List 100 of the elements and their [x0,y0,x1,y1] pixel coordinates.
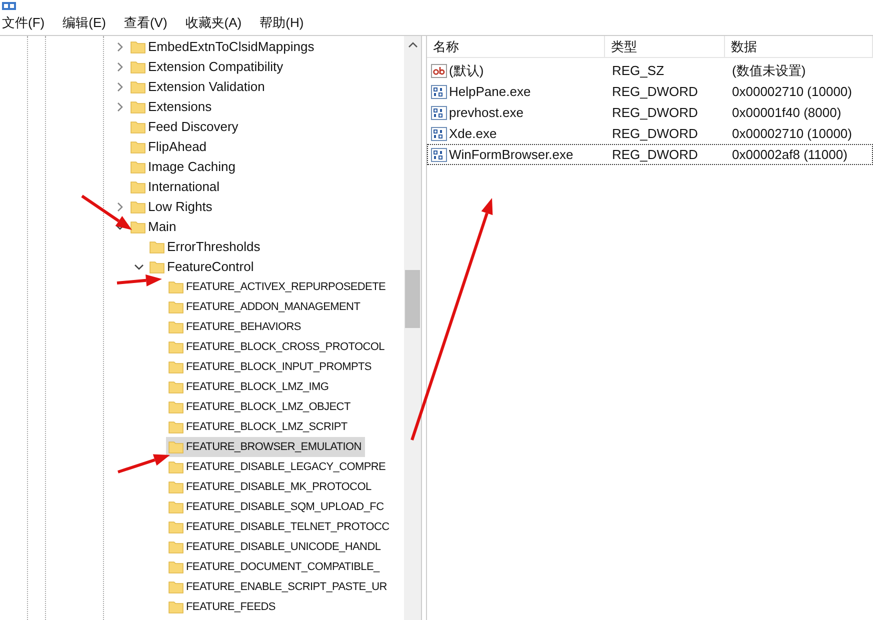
tree-item[interactable]: FEATURE_ENABLE_SCRIPT_PASTE_UR [166,577,391,597]
value-row[interactable]: (默认) REG_SZ (数值未设置) [427,60,873,81]
folder-icon [168,499,184,515]
tree-item[interactable]: Main [128,217,180,237]
tree-item[interactable]: FlipAhead [128,137,211,157]
chevron-right-icon[interactable] [116,102,124,112]
tree-item[interactable]: FEATURE_BLOCK_LMZ_IMG [166,377,333,397]
value-data: 0x00002710 (10000) [731,125,853,143]
tree-item[interactable]: Image Caching [128,157,240,177]
annotation-arrow [118,454,170,474]
value-row[interactable]: WinFormBrowser.exe REG_DWORD 0x00002af8 (11000) [427,144,873,165]
chevron-right-icon[interactable] [116,202,124,212]
chevron-right-icon[interactable] [116,42,124,52]
tree-item[interactable]: FEATURE_BLOCK_CROSS_PROTOCOL [166,337,388,357]
folder-icon [168,399,184,415]
menu-item[interactable]: 编辑(E) [60,12,108,32]
value-data: 0x00001f40 (8000) [731,104,842,122]
folder-icon [130,179,146,195]
value-name: WinFormBrowser.exe [449,146,574,164]
folder-icon [168,359,184,375]
binary-value-icon [431,126,447,142]
column-header[interactable]: 数据 [725,36,873,57]
menu-item[interactable]: 帮助(H) [258,12,306,32]
binary-value-icon [431,84,447,100]
tree-item[interactable]: FEATURE_ACTIVEX_REPURPOSEDETE [166,277,390,297]
value-type: REG_DWORD [611,104,699,122]
menu-item[interactable]: 查看(V) [122,12,170,32]
folder-icon [149,259,165,275]
folder-icon [168,339,184,355]
tree-item[interactable]: FEATURE_DISABLE_LEGACY_COMPRE [166,457,390,477]
value-data: (数值未设置) [731,62,807,80]
tree-item[interactable]: FeatureControl [147,257,258,277]
tree-item[interactable]: FEATURE_BLOCK_LMZ_SCRIPT [166,417,352,437]
binary-value-icon [431,146,447,163]
value-data: 0x00002710 (10000) [731,83,853,101]
folder-icon [168,379,184,395]
tree-item[interactable]: Low Rights [128,197,216,217]
chevron-right-icon[interactable] [116,82,124,92]
value-data: 0x00002af8 (11000) [731,146,848,164]
tree-item[interactable]: FEATURE_ADDON_MANAGEMENT [166,297,364,317]
folder-icon [168,279,184,295]
value-name: (默认) [449,62,484,80]
tree-item[interactable]: Extension Validation [128,77,269,97]
folder-icon [168,439,184,455]
value-type: REG_DWORD [611,125,699,143]
folder-icon [130,159,146,175]
tree-item[interactable]: ErrorThresholds [147,237,264,257]
tree-item[interactable]: FEATURE_BROWSER_EMULATION [166,437,366,457]
binary-value-icon [431,104,447,121]
tree-item[interactable]: EmbedExtnToClsidMappings [128,37,318,57]
tree-item[interactable]: FEATURE_DOCUMENT_COMPATIBLE_ [166,557,384,577]
tree-item[interactable]: FEATURE_FEEDS [166,597,280,617]
value-row[interactable]: HelpPane.exe REG_DWORD 0x00002710 (10000) [427,81,873,102]
column-header[interactable]: 名称 [427,36,605,57]
annotation-arrow [81,194,132,230]
tree-item[interactable]: FEATURE_DISABLE_TELNET_PROTOCC [166,517,394,537]
tree-item[interactable]: FEATURE_BLOCK_LMZ_OBJECT [166,397,354,417]
tree-item[interactable]: Feed Discovery [128,117,242,137]
value-type: REG_DWORD [611,83,699,101]
tree-item[interactable]: FEATURE_DISABLE_MK_PROTOCOL [166,477,376,497]
tree-item[interactable]: FEATURE_DISABLE_SQM_UPLOAD_FC [166,497,388,517]
value-row[interactable]: Xde.exe REG_DWORD 0x00002710 (10000) [427,123,873,144]
folder-icon [130,59,146,75]
folder-icon [168,299,184,315]
string-value-icon [431,62,447,79]
folder-icon [168,559,184,575]
menu-item[interactable]: 文件(F) [0,12,47,32]
folder-icon [168,519,184,535]
annotation-arrow [116,274,162,286]
folder-icon [168,459,184,475]
folder-icon [130,99,146,115]
folder-icon [168,419,184,435]
scrollbar-thumb[interactable] [405,270,420,328]
tree-item[interactable]: Extensions [128,97,216,117]
scrollbar[interactable] [404,36,421,620]
value-name: prevhost.exe [449,104,524,122]
folder-icon [149,239,165,255]
column-header[interactable]: 类型 [605,36,725,57]
value-type: REG_SZ [611,62,666,80]
folder-icon [130,119,146,135]
tree-item[interactable]: Extension Compatibility [128,57,288,77]
value-name: HelpPane.exe [449,83,531,101]
folder-icon [168,599,184,615]
tree-item[interactable]: International [128,177,224,197]
folder-icon [168,539,184,555]
chevron-down-icon[interactable] [115,223,125,231]
chevron-down-icon[interactable] [134,263,144,271]
value-type: REG_DWORD [611,146,699,164]
chevron-right-icon[interactable] [116,62,124,72]
folder-icon [130,39,146,55]
tree-item[interactable]: FEATURE_BLOCK_INPUT_PROMPTS [166,357,376,377]
tree-item[interactable]: FEATURE_DISABLE_UNICODE_HANDL [166,537,385,557]
folder-icon [168,479,184,495]
folder-icon [130,139,146,155]
tree-item[interactable]: FEATURE_BEHAVIORS [166,317,305,337]
folder-icon [130,79,146,95]
menu-item[interactable]: 收藏夹(A) [183,12,244,32]
folder-icon [168,579,184,595]
value-row[interactable]: prevhost.exe REG_DWORD 0x00001f40 (8000) [427,102,873,123]
folder-icon [130,199,146,215]
